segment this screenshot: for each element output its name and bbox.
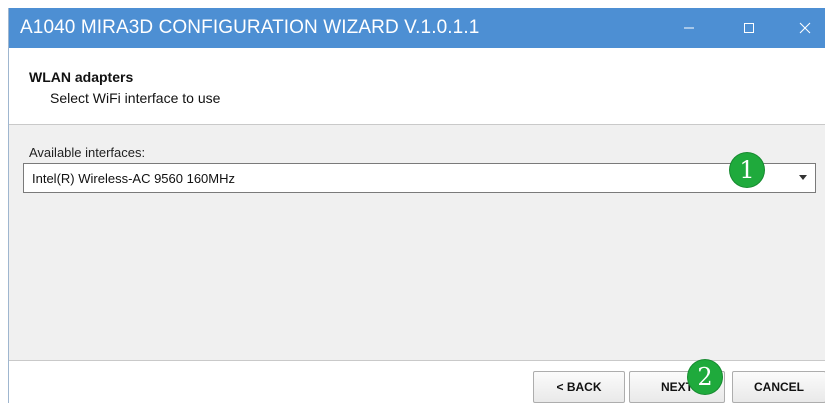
- page-title: WLAN adapters: [29, 69, 134, 85]
- wizard-window: A1040 MIRA3D CONFIGURATION WIZARD V.1.0.…: [8, 8, 825, 403]
- interface-dropdown[interactable]: Intel(R) Wireless-AC 9560 160MHz: [23, 163, 816, 193]
- interfaces-label: Available interfaces:: [29, 145, 146, 160]
- selected-interface: Intel(R) Wireless-AC 9560 160MHz: [32, 171, 236, 186]
- step-1-badge: 1: [730, 153, 764, 187]
- close-icon: [799, 22, 811, 34]
- minimize-button[interactable]: [666, 8, 712, 48]
- minimize-icon: [684, 27, 694, 29]
- close-button[interactable]: [782, 8, 825, 48]
- title-bar[interactable]: A1040 MIRA3D CONFIGURATION WIZARD V.1.0.…: [9, 8, 825, 48]
- cancel-button[interactable]: CANCEL: [732, 371, 825, 403]
- dropdown-arrow-icon[interactable]: [799, 175, 807, 180]
- page-subtitle: Select WiFi interface to use: [50, 90, 221, 106]
- window-title: A1040 MIRA3D CONFIGURATION WIZARD V.1.0.…: [20, 17, 480, 38]
- back-button[interactable]: < BACK: [533, 371, 625, 403]
- maximize-button[interactable]: [726, 8, 772, 48]
- maximize-icon: [744, 23, 754, 33]
- wizard-content: Available interfaces: Intel(R) Wireless-…: [9, 125, 825, 361]
- step-2-badge: 2: [688, 360, 722, 394]
- wizard-header: WLAN adapters Select WiFi interface to u…: [9, 48, 825, 125]
